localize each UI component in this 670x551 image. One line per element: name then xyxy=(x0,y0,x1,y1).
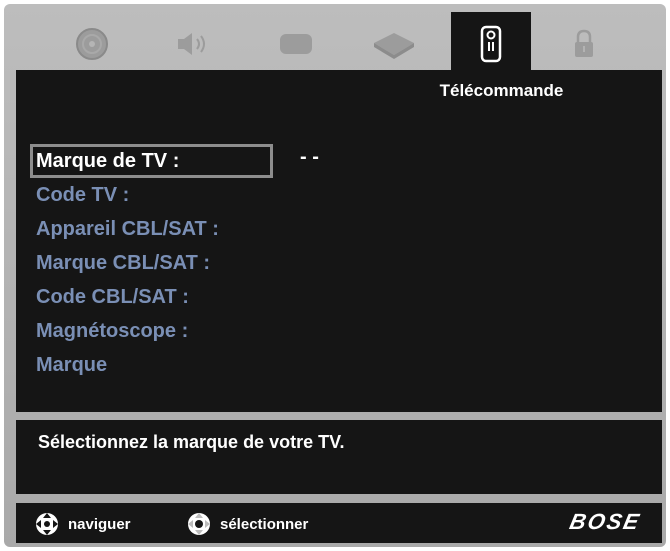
tv-brand-value: - - xyxy=(300,146,319,168)
field-cbl-sat-brand[interactable]: Marque CBL/SAT : xyxy=(36,246,273,280)
disc-icon xyxy=(76,28,108,60)
tab-lock[interactable] xyxy=(544,14,624,74)
bose-logo: BOSE xyxy=(567,509,643,534)
navigation-pad-icon xyxy=(36,513,58,535)
select-hint: sélectionner xyxy=(184,511,308,537)
field-cbl-sat-code[interactable]: Code CBL/SAT : xyxy=(36,280,273,314)
select-pad-icon xyxy=(188,513,210,535)
remote-control-icon xyxy=(480,25,502,63)
tab-video[interactable] xyxy=(256,14,336,74)
settings-panel: Marque de TV : Code TV : Appareil CBL/SA… xyxy=(16,70,662,412)
speaker-icon xyxy=(178,33,205,55)
tv-screen-icon xyxy=(280,34,312,54)
lock-icon xyxy=(575,29,593,57)
field-tv-brand[interactable]: Marque de TV : xyxy=(30,144,273,178)
active-tab-title: Télécommande xyxy=(439,81,564,100)
field-vcr-brand[interactable]: Marque xyxy=(36,348,273,382)
help-panel: Sélectionnez la marque de votre TV. xyxy=(16,420,662,494)
navigate-hint: naviguer xyxy=(32,511,131,537)
tab-disc[interactable] xyxy=(52,14,132,74)
tab-audio[interactable] xyxy=(152,14,232,74)
field-vcr[interactable]: Magnétoscope : xyxy=(36,314,273,348)
field-list: Marque de TV : Code TV : Appareil CBL/SA… xyxy=(30,144,273,382)
field-tv-code[interactable]: Code TV : xyxy=(36,178,273,212)
select-label: sélectionner xyxy=(220,515,309,533)
tab-remote[interactable] xyxy=(451,12,531,76)
footer-bar: naviguer sélectionner BOSE xyxy=(16,503,662,543)
navigate-label: naviguer xyxy=(68,515,131,533)
dvd-player-icon xyxy=(374,33,414,59)
tab-source[interactable] xyxy=(354,14,434,74)
menu-frame: Marque de TV : Code TV : Appareil CBL/SA… xyxy=(4,4,666,547)
help-text: Sélectionnez la marque de votre TV. xyxy=(38,432,345,452)
field-cbl-sat-device[interactable]: Appareil CBL/SAT : xyxy=(36,212,273,246)
